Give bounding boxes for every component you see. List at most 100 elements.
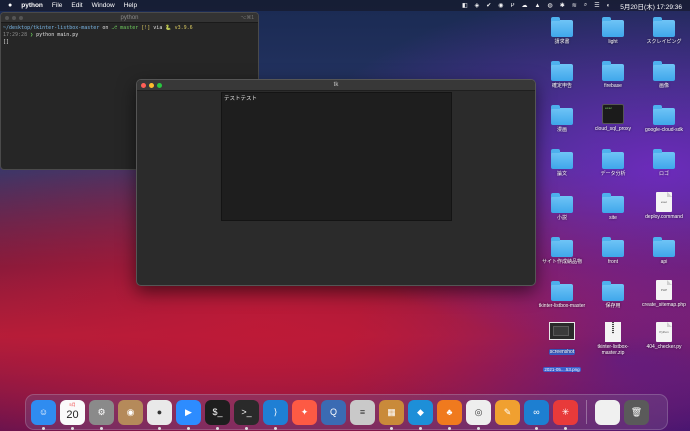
dock-vscode-icon[interactable]: ⟩: [263, 399, 288, 430]
bluetooth-icon[interactable]: ✱: [560, 2, 565, 9]
dock-document-icon[interactable]: [595, 399, 620, 425]
dock-docker-icon[interactable]: ◆: [408, 399, 433, 430]
folder-icon: [602, 237, 624, 257]
check-icon[interactable]: ✔: [486, 2, 491, 9]
drive-icon[interactable]: ▲: [535, 3, 541, 9]
zoom-button[interactable]: [157, 83, 162, 88]
menu-edit[interactable]: Edit: [71, 2, 82, 9]
desktop-icon[interactable]: 請求書: [536, 16, 588, 45]
menu-file[interactable]: File: [52, 2, 62, 9]
dock-contacts-icon[interactable]: ◉: [118, 399, 143, 425]
desktop-icon-label: front: [607, 259, 618, 265]
dock-terminal-icon[interactable]: >_: [234, 399, 259, 430]
python-status-icon[interactable]: ◈: [475, 2, 480, 9]
tk-title: tk: [333, 82, 339, 88]
menu-app-name[interactable]: python: [21, 2, 43, 9]
dock-trash-icon[interactable]: 🗑: [624, 399, 649, 425]
desktop-icon[interactable]: ロゴ: [638, 148, 690, 177]
tk-titlebar[interactable]: tk: [137, 80, 535, 91]
running-indicator: [419, 426, 422, 430]
desktop-icon-label: 確定申告: [551, 83, 572, 89]
dock-archive-icon[interactable]: ▦: [379, 399, 404, 430]
desktop-icon[interactable]: google-cloud-sdk: [638, 104, 690, 133]
minimize-button[interactable]: [12, 16, 16, 20]
desktop-icon-sublabel: 2021-05....53.png: [543, 367, 581, 372]
cursor-text: []: [3, 39, 10, 45]
desktop-icon[interactable]: PHP create_sitemap.php: [638, 280, 690, 308]
dock-pages-icon[interactable]: ✎: [495, 399, 520, 425]
dock-sequel-icon[interactable]: ◎: [466, 399, 491, 430]
desktop-icon[interactable]: スクレイピング: [638, 16, 690, 45]
minimize-button[interactable]: [149, 83, 154, 88]
folder-icon: [653, 17, 675, 37]
desktop-icon[interactable]: 確定申告: [536, 60, 588, 89]
folder-icon: [551, 105, 573, 125]
desktop-icon-label: deploy.command: [645, 214, 683, 220]
dock-sourcetree-icon[interactable]: ♣: [437, 399, 462, 430]
desktop-icon[interactable]: 論文: [536, 148, 588, 177]
compass-icon[interactable]: ◉: [498, 2, 503, 9]
clock[interactable]: 5月20日(木) 17:29:36: [620, 1, 682, 11]
siri-icon[interactable]: ◐: [607, 3, 611, 9]
dock-sequel-pro-icon[interactable]: ≡: [350, 399, 375, 425]
dock-calendar-icon[interactable]: 5月 20: [60, 399, 85, 430]
search-icon[interactable]: ⌕: [584, 2, 587, 9]
command-text: python main.py: [36, 32, 79, 38]
close-button[interactable]: [5, 16, 9, 20]
dock-zoom-icon[interactable]: ▶: [176, 399, 201, 430]
desktop-icon[interactable]: Python 404_checker.py: [638, 322, 690, 350]
dock-system-preferences-icon[interactable]: ⚙: [89, 399, 114, 430]
menu-bar: ● python File Edit Window Help ◧ ◈ ✔ ◉ P…: [0, 0, 690, 11]
desktop-icon[interactable]: exec deploy.command: [638, 192, 690, 220]
dock-safari-icon[interactable]: ✦: [292, 399, 317, 425]
folder-icon: [551, 17, 573, 37]
pin-icon[interactable]: ◍: [548, 2, 553, 9]
folder-icon: [551, 149, 573, 169]
desktop-icon-label: 保存用: [605, 303, 621, 309]
desktop-icon[interactable]: 保存用: [587, 280, 639, 309]
desktop-icon[interactable]: 漫画: [536, 104, 588, 133]
tk-window[interactable]: tk テストテスト: [136, 79, 536, 286]
desktop-icon[interactable]: データ分析: [587, 148, 639, 177]
apple-icon[interactable]: ●: [8, 2, 12, 9]
desktop-icon[interactable]: light: [587, 16, 639, 45]
desktop-icon[interactable]: サイト作成納品物: [536, 236, 588, 265]
desktop-icon[interactable]: site: [587, 192, 639, 221]
terminal-shortcut: ⌥⌘1: [240, 14, 254, 21]
desktop-icon-label: api: [660, 259, 668, 265]
terminal-body[interactable]: ~/desktop/tkinter-listbox-master on ⎇ ma…: [1, 23, 258, 48]
running-indicator: [274, 426, 277, 430]
desktop-icon[interactable]: exec cloud_sql_proxy: [587, 104, 639, 132]
desktop-icon[interactable]: front: [587, 236, 639, 265]
cursor-line: []: [3, 39, 256, 46]
menu-window[interactable]: Window: [92, 2, 115, 9]
desktop-icon[interactable]: 小説: [536, 192, 588, 221]
p-icon[interactable]: P: [511, 3, 515, 9]
dock-chrome-icon[interactable]: ●: [147, 399, 172, 430]
dock-iterm-icon[interactable]: $_: [205, 399, 230, 430]
desktop-icon[interactable]: 画像: [638, 60, 690, 89]
desktop-icon[interactable]: api: [638, 236, 690, 265]
listbox-item[interactable]: テストテスト: [222, 93, 451, 103]
cube-icon[interactable]: ◧: [462, 2, 468, 9]
running-indicator: [216, 426, 219, 430]
prompt-via: via: [153, 25, 163, 31]
control-center-icon[interactable]: ☰: [594, 2, 599, 9]
desktop-icon[interactable]: tkinter-listbox-master: [536, 280, 588, 309]
menu-help[interactable]: Help: [124, 2, 137, 9]
dock-finder-icon[interactable]: ☺: [31, 399, 56, 430]
listbox[interactable]: テストテスト: [221, 92, 452, 221]
desktop-icon[interactable]: tkinter-listbox-master.zip: [587, 322, 639, 356]
dock-arduino-icon[interactable]: ∞: [524, 399, 549, 430]
dock-quicktime-icon[interactable]: Q: [321, 399, 346, 425]
desktop-icon-label: スクレイピング: [646, 39, 682, 45]
close-button[interactable]: [141, 83, 146, 88]
dock-separator: [586, 400, 587, 424]
wifi-icon[interactable]: ≋: [572, 2, 577, 9]
cloud-icon[interactable]: ☁: [522, 2, 528, 9]
zoom-button[interactable]: [19, 16, 23, 20]
dock-clock-icon[interactable]: ✳: [553, 399, 578, 430]
desktop-icon[interactable]: screenshot 2021-05....53.png: [536, 322, 588, 376]
terminal-titlebar[interactable]: python ⌥⌘1: [1, 13, 258, 23]
desktop-icon[interactable]: firebase: [587, 60, 639, 89]
